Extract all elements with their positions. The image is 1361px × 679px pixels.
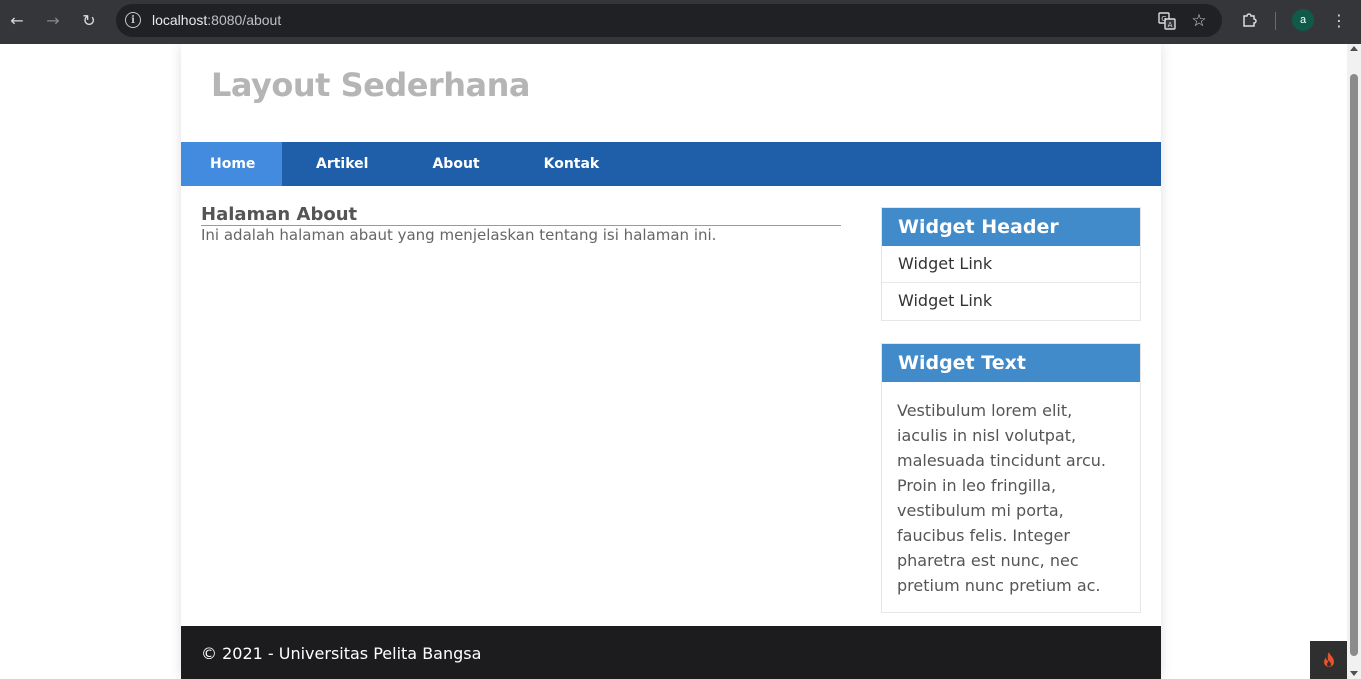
widget-text-body: Vestibulum lorem elit, iaculis in nisl v… <box>897 401 1106 595</box>
footer-text: © 2021 - Universitas Pelita Bangsa <box>201 644 482 663</box>
toolbar-divider <box>1275 12 1276 30</box>
profile-avatar[interactable]: a <box>1292 9 1314 31</box>
page-scrollbar[interactable] <box>1347 44 1361 679</box>
scroll-down-arrow-icon[interactable] <box>1350 671 1358 676</box>
star-icon[interactable]: ☆ <box>1189 11 1209 31</box>
browser-toolbar: ← → ↻ i localhost:8080/about AG ☆ a ⋮ <box>0 0 1361 44</box>
main-nav: Home Artikel About Kontak <box>181 142 1161 186</box>
widget-header-box: Widget Header Widget Link Widget Link <box>881 207 1141 321</box>
sidebar: Widget Header Widget Link Widget Link Wi… <box>881 207 1141 635</box>
forward-arrow-icon[interactable]: → <box>41 8 65 32</box>
site-header: Layout Sederhana <box>181 44 1161 142</box>
widget-link[interactable]: Widget Link <box>882 246 1140 283</box>
widget-text-title: Widget Text <box>882 344 1140 382</box>
url-path: :8080/about <box>207 12 282 28</box>
widget-link[interactable]: Widget Link <box>882 283 1140 320</box>
scroll-up-arrow-icon[interactable] <box>1350 46 1358 51</box>
address-bar[interactable]: i localhost:8080/about AG ☆ <box>116 4 1222 37</box>
svg-text:A: A <box>1168 21 1173 29</box>
debug-toolbar-toggle[interactable] <box>1310 641 1347 679</box>
url-host: localhost <box>152 12 208 28</box>
widget-text-box: Widget Text Vestibulum lorem elit, iacul… <box>881 343 1141 613</box>
flame-icon <box>1323 652 1334 667</box>
page-heading: Halaman About <box>201 204 841 226</box>
puzzle-icon[interactable] <box>1238 9 1260 31</box>
site-footer: © 2021 - Universitas Pelita Bangsa <box>181 626 1161 679</box>
site-title: Layout Sederhana <box>211 66 530 104</box>
svg-text:G: G <box>1161 15 1166 23</box>
main-content: Halaman About Ini adalah halaman abaut y… <box>201 204 841 245</box>
url-text[interactable]: localhost:8080/about <box>152 12 281 28</box>
nav-item-about[interactable]: About <box>402 142 512 186</box>
scroll-thumb[interactable] <box>1350 74 1358 656</box>
nav-item-artikel[interactable]: Artikel <box>282 142 402 186</box>
info-icon[interactable]: i <box>125 12 141 28</box>
page-viewport: Layout Sederhana Home Artikel About Kont… <box>0 44 1347 679</box>
translate-icon[interactable]: AG <box>1157 11 1177 31</box>
kebab-menu-icon[interactable]: ⋮ <box>1328 9 1350 31</box>
reload-icon[interactable]: ↻ <box>77 8 101 32</box>
nav-item-home[interactable]: Home <box>181 142 282 186</box>
back-arrow-icon[interactable]: ← <box>5 8 29 32</box>
page-container: Layout Sederhana Home Artikel About Kont… <box>181 44 1161 679</box>
widget-header-title: Widget Header <box>882 208 1140 246</box>
nav-item-kontak[interactable]: Kontak <box>513 142 629 186</box>
page-body: Ini adalah halaman abaut yang menjelaska… <box>201 226 717 244</box>
